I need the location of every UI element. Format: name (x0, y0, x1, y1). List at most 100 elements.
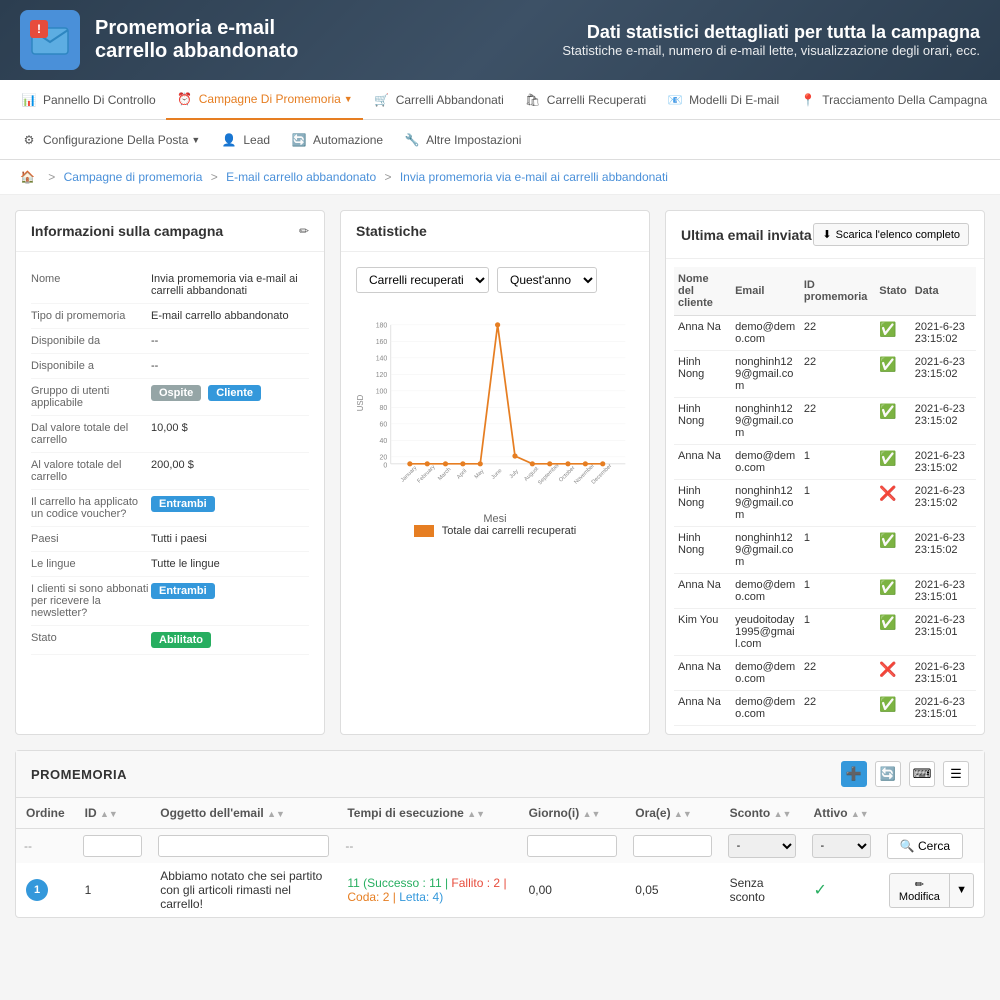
prom-row-1-sconto: Senza sconto (720, 863, 804, 917)
email-row-id: 22 (800, 656, 875, 691)
email-table-row: Anna Na demo@demo.com 22 ✅ 2021-6-23 23:… (674, 316, 976, 351)
th-oggetto: Oggetto dell'email ▲▼ (150, 798, 337, 829)
cart-icon: 🛒 (373, 91, 391, 109)
stats-panel-title: Statistiche (356, 223, 427, 239)
prom-row-1: 1 1 Abbiamo notato che sei partito con g… (16, 863, 984, 917)
nav-config[interactable]: ⚙ Configurazione Della Posta ▼ (10, 120, 210, 160)
nav-altre[interactable]: 🔧 Altre Impostazioni (393, 120, 531, 160)
search-button[interactable]: 🔍 Cerca (887, 833, 963, 859)
top-row: Informazioni sulla campagna ✏ Nome Invia… (15, 210, 985, 735)
legend-color (414, 525, 434, 537)
terminal-button[interactable]: ⌨ (909, 761, 935, 787)
legend-label: Totale dai carrelli recuperati (442, 525, 577, 537)
email-table-row: Anna Na demo@demo.com 1 ✅ 2021-6-23 23:1… (674, 574, 976, 609)
stats-panel: Statistiche Carrelli recuperati Quest'an… (340, 210, 650, 735)
email-row-name: Hinh Nong (674, 351, 731, 398)
stats-dropdown-2[interactable]: Quest'anno (497, 267, 597, 293)
nav-carrelli-ab[interactable]: 🛒 Carrelli Abbandonati (363, 80, 514, 120)
prom-row-1-id: 1 (75, 863, 151, 917)
svg-text:February: February (416, 464, 436, 484)
filter-oggetto-input[interactable] (158, 835, 329, 857)
breadcrumb-item-1[interactable]: Campagne di promemoria (64, 170, 203, 184)
email-row-email: nonghinh129@gmail.com (731, 398, 800, 445)
last-email-panel: Ultima email inviata ⬇ Scarica l'elenco … (665, 210, 985, 735)
status-ok-icon: ✅ (879, 614, 896, 630)
stats-dropdown-1[interactable]: Carrelli recuperati (356, 267, 489, 293)
filter-ore (625, 829, 719, 864)
prom-row-1-giorno: 0,00 (519, 863, 626, 917)
menu-button[interactable]: ☰ (943, 761, 969, 787)
status-ok-icon: ✅ (879, 321, 896, 337)
nav-carrelli-rec[interactable]: 🛍 Carrelli Recuperati (514, 80, 656, 120)
nav-tracciamento[interactable]: 📍 Tracciamento Della Campagna (789, 80, 997, 120)
last-email-panel-body: Nome del cliente Email ID promemoria Sta… (666, 259, 984, 734)
filter-ordine: -- (16, 829, 75, 864)
email-row-date: 2021-6-23 23:15:01 (911, 609, 976, 656)
campaign-panel-body: Nome Invia promemoria via e-mail ai carr… (16, 252, 324, 670)
nav-dashboard[interactable]: 📊 Pannello Di Controllo (10, 80, 166, 120)
breadcrumb: 🏠 > Campagne di promemoria > E-mail carr… (0, 160, 1000, 195)
svg-text:40: 40 (380, 438, 388, 445)
email-table-row: Hinh Nong nonghinh129@gmail.com 1 ❌ 2021… (674, 480, 976, 527)
tracking-icon: 📍 (799, 91, 817, 109)
breadcrumb-item-2[interactable]: E-mail carrello abbandonato (226, 170, 376, 184)
email-row-email: demo@demo.com (731, 691, 800, 726)
add-button[interactable]: ➕ (841, 761, 867, 787)
col-nome: Nome del cliente (674, 267, 731, 316)
email-row-id: 1 (800, 527, 875, 574)
modifica-dropdown-button[interactable]: ▼ (949, 873, 974, 908)
filter-tempi: -- (337, 829, 518, 864)
nav-modelli[interactable]: 📧 Modelli Di E-mail (656, 80, 789, 120)
campaign-panel-title: Informazioni sulla campagna (31, 223, 223, 239)
nav-automazione[interactable]: 🔄 Automazione (280, 120, 393, 160)
badge-cliente: Cliente (208, 385, 261, 401)
email-row-email: demo@demo.com (731, 574, 800, 609)
edit-icon[interactable]: ✏ (299, 224, 309, 238)
stats-panel-body: Carrelli recuperati Quest'anno USD (341, 252, 649, 552)
filter-attivo-select[interactable]: - (812, 834, 871, 858)
email-row-id: 22 (800, 691, 875, 726)
top-nav: 📊 Pannello Di Controllo ⏰ Campagne Di Pr… (0, 80, 1000, 120)
chart-svg: USD (356, 303, 634, 503)
svg-text:January: January (400, 465, 419, 484)
email-row-status: ❌ (875, 480, 911, 527)
filter-giorno-input[interactable] (527, 835, 618, 857)
prom-row-1-actions: ✏ Modifica ▼ (879, 863, 984, 917)
th-giorno: Giorno(i) ▲▼ (519, 798, 626, 829)
status-ok-icon: ✅ (879, 356, 896, 372)
download-button[interactable]: ⬇ Scarica l'elenco completo (813, 223, 969, 246)
row-number-badge: 1 (26, 879, 48, 901)
promemoria-panel: PROMEMORIA ➕ 🔄 ⌨ ☰ Ordine ID ▲▼ (15, 750, 985, 918)
filter-attivo: - (804, 829, 879, 864)
filter-search: 🔍 Cerca (879, 829, 984, 864)
nav-campagne[interactable]: ⏰ Campagne Di Promemoria ▼ (166, 80, 363, 120)
filter-id-input[interactable] (83, 835, 143, 857)
x-axis-label: Mesi (356, 513, 634, 525)
email-icon: 📧 (666, 91, 684, 109)
filter-ore-input[interactable] (633, 835, 711, 857)
svg-text:!: ! (37, 22, 41, 36)
email-table: Nome del cliente Email ID promemoria Sta… (674, 267, 976, 726)
campaign-info-panel: Informazioni sulla campagna ✏ Nome Invia… (15, 210, 325, 735)
sort-ore: ▲▼ (674, 809, 692, 819)
email-row-status: ✅ (875, 574, 911, 609)
status-ok-icon: ✅ (879, 532, 896, 548)
info-row-newsletter: I clienti si sono abbonati per ricevere … (31, 577, 309, 626)
nav-lead[interactable]: 👤 Lead (210, 120, 280, 160)
chart-container: USD (356, 303, 634, 503)
refresh-button[interactable]: 🔄 (875, 761, 901, 787)
th-tempi: Tempi di esecuzione ▲▼ (337, 798, 518, 829)
modifica-button[interactable]: ✏ Modifica (889, 873, 949, 908)
email-row-date: 2021-6-23 23:15:02 (911, 398, 976, 445)
email-row-name: Hinh Nong (674, 527, 731, 574)
last-email-title: Ultima email inviata (681, 227, 812, 243)
filter-sconto-select[interactable]: - (728, 834, 796, 858)
breadcrumb-item-3[interactable]: Invia promemoria via e-mail ai carrelli … (400, 170, 668, 184)
email-row-date: 2021-6-23 23:15:02 (911, 351, 976, 398)
header-main-title: Promemoria e-mail carrello abbandonato (95, 17, 298, 63)
info-row-al: Al valore totale del carrello 200,00 $ (31, 453, 309, 490)
prom-row-1-attivo: ✓ (804, 863, 879, 917)
alarm-icon: ⏰ (176, 90, 194, 108)
info-row-gruppo: Gruppo di utenti applicabile Ospite Clie… (31, 379, 309, 416)
sort-tempi: ▲▼ (467, 809, 485, 819)
